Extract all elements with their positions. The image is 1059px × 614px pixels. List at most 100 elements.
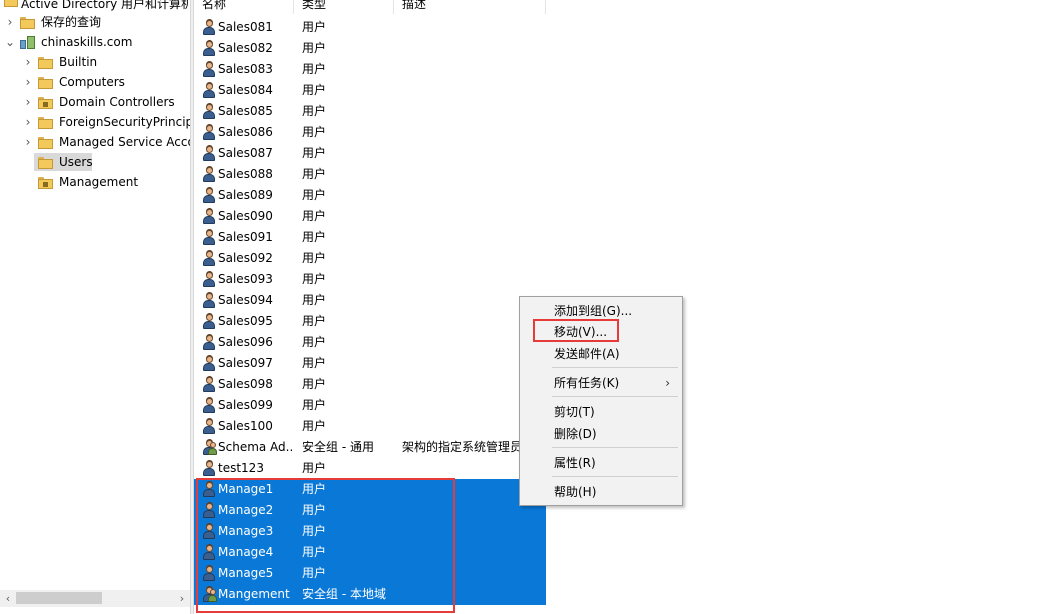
list-row[interactable]: Sales087 用户 [194, 143, 546, 164]
context-menu-item-label: 添加到组(G)... [554, 304, 633, 318]
list-row-type: 用户 [302, 398, 327, 412]
list-row[interactable]: Sales100 用户 [194, 416, 546, 437]
scroll-left-arrow-icon[interactable]: ‹ [0, 590, 16, 607]
list-row-name: Sales100 [218, 419, 273, 433]
list-row[interactable]: Sales097 用户 [194, 353, 546, 374]
folder-icon [38, 117, 53, 129]
submenu-arrow-icon: › [665, 376, 670, 390]
list-row-name: Sales094 [218, 293, 273, 307]
user-icon [202, 418, 216, 435]
user-icon [202, 502, 216, 519]
group-icon [202, 439, 217, 456]
chevron-right-icon[interactable]: › [4, 12, 16, 32]
chevron-down-icon[interactable]: ⌄ [4, 32, 16, 52]
ad-root-icon [4, 0, 18, 7]
list-row[interactable]: Sales091 用户 [194, 227, 546, 248]
list-row-type: 用户 [302, 314, 327, 328]
context-menu-item[interactable]: 剪切(T) [520, 401, 682, 423]
folder-icon [38, 157, 53, 169]
user-icon [202, 145, 216, 162]
context-menu-item[interactable]: 属性(R) [520, 452, 682, 474]
column-header-type[interactable]: 类型 [294, 0, 394, 14]
list-row-type: 用户 [302, 545, 327, 559]
list-row-name: Schema Ad... [218, 440, 294, 454]
context-menu: 添加到组(G)... 移动(V)... 发送邮件(A) 所有任务(K) › 剪切(T) 删除… [519, 296, 683, 506]
context-menu-item[interactable]: 发送邮件(A) [520, 343, 682, 365]
chevron-right-icon[interactable]: › [22, 132, 34, 152]
tree-horizontal-scrollbar[interactable]: ‹ › [0, 590, 190, 607]
column-header-desc[interactable]: 描述 [394, 0, 546, 14]
list-row[interactable]: Sales095 用户 [194, 311, 546, 332]
group-icon [202, 586, 217, 603]
list-row-type: 用户 [302, 419, 327, 433]
list-row[interactable]: Sales089 用户 [194, 185, 546, 206]
chevron-right-icon[interactable]: › [22, 72, 34, 92]
list-row-name: Manage2 [218, 503, 274, 517]
list-row[interactable]: Sales082 用户 [194, 38, 546, 59]
list-header: 名称 类型 描述 [194, 0, 1059, 14]
chevron-right-icon[interactable]: › [22, 92, 34, 112]
list-row[interactable]: Sales081 用户 [194, 17, 546, 38]
list-row[interactable]: Sales084 用户 [194, 80, 546, 101]
list-row-type: 用户 [302, 356, 327, 370]
list-row[interactable]: Manage5 用户 [194, 563, 546, 584]
user-icon [202, 397, 216, 414]
context-menu-item[interactable]: 所有任务(K) › [520, 372, 682, 394]
tree-item[interactable]: ⌄ chinaskills.com [0, 32, 190, 52]
tree-item[interactable]: › Computers [0, 72, 190, 92]
scroll-right-arrow-icon[interactable]: › [174, 590, 190, 607]
console-tree[interactable]: Active Directory 用户和计算机 › 保存的查询 ⌄ chinaskil… [0, 0, 190, 614]
context-menu-item[interactable]: 删除(D) [520, 423, 682, 445]
context-menu-item[interactable]: 移动(V)... [520, 321, 682, 343]
list-row-type: 用户 [302, 104, 327, 118]
list-row[interactable]: Sales083 用户 [194, 59, 546, 80]
user-icon [202, 187, 216, 204]
list-row-type: 用户 [302, 209, 327, 223]
context-menu-item[interactable]: 添加到组(G)... [520, 300, 682, 322]
list-row-name: Sales093 [218, 272, 273, 286]
list-row-type: 用户 [302, 83, 327, 97]
list-row[interactable]: Sales099 用户 [194, 395, 546, 416]
list-row[interactable]: Schema Ad... 安全组 - 通用 架构的指定系统管理员 [194, 437, 546, 458]
context-menu-item[interactable]: 帮助(H) [520, 481, 682, 503]
list-row[interactable]: Sales086 用户 [194, 122, 546, 143]
list-row[interactable]: Sales090 用户 [194, 206, 546, 227]
list-row[interactable]: Sales094 用户 [194, 290, 546, 311]
user-icon [202, 82, 216, 99]
user-icon [202, 208, 216, 225]
chevron-right-icon[interactable]: › [22, 52, 34, 72]
tree-item[interactable]: › 保存的查询 [0, 12, 190, 32]
list-row[interactable]: Sales085 用户 [194, 101, 546, 122]
user-icon [202, 292, 216, 309]
list-row[interactable]: test123 用户 [194, 458, 546, 479]
list-row[interactable]: Sales096 用户 [194, 332, 546, 353]
user-icon [202, 271, 216, 288]
list-row[interactable]: Sales092 用户 [194, 248, 546, 269]
chevron-right-icon[interactable]: › [22, 112, 34, 132]
tree-item[interactable]: › Managed Service Accounts [0, 132, 190, 152]
list-row-type: 用户 [302, 335, 327, 349]
scroll-thumb[interactable] [16, 592, 102, 604]
list-row-type: 用户 [302, 167, 327, 181]
list-row[interactable]: Sales098 用户 [194, 374, 546, 395]
column-header-name[interactable]: 名称 [194, 0, 294, 14]
list-row[interactable]: Manage3 用户 [194, 521, 546, 542]
list-row[interactable]: Mangement 安全组 - 本地域 [194, 584, 546, 605]
list-row[interactable]: Sales093 用户 [194, 269, 546, 290]
list-row[interactable]: Manage4 用户 [194, 542, 546, 563]
tree-item[interactable]: › ForeignSecurityPrincipals [0, 112, 190, 132]
list-row[interactable]: Manage1 用户 [194, 479, 546, 500]
user-icon [202, 250, 216, 267]
tree-item[interactable]: › Builtin [0, 52, 190, 72]
list-row-name: Sales082 [218, 41, 273, 55]
list-row-type: 安全组 - 本地域 [302, 587, 386, 601]
list-row-type: 用户 [302, 524, 327, 538]
tree-item[interactable]: Management [0, 172, 190, 192]
tree-item[interactable]: Users [0, 152, 190, 172]
tree-item[interactable]: › Domain Controllers [0, 92, 190, 112]
list-row[interactable]: Sales088 用户 [194, 164, 546, 185]
list-row-name: Sales085 [218, 104, 273, 118]
list-row[interactable]: Manage2 用户 [194, 500, 546, 521]
list-row-type: 用户 [302, 293, 327, 307]
user-icon [202, 355, 216, 372]
